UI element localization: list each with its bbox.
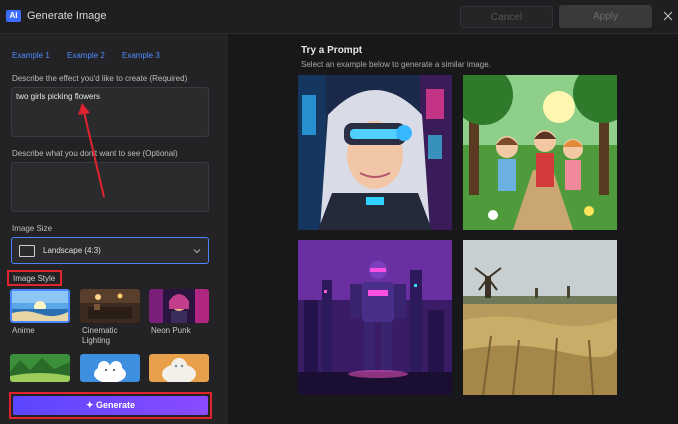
negative-prompt-input[interactable]: [11, 162, 209, 212]
style-anime-thumb[interactable]: [10, 289, 70, 323]
generate-highlight: ✦ Generate: [9, 392, 212, 419]
negative-prompt-label: Describe what you don't want to see (Opt…: [12, 149, 178, 158]
style-landscape-thumb[interactable]: [10, 354, 70, 382]
title-bar: AI Generate Image Cancel Apply: [0, 0, 678, 34]
generate-label: Generate: [96, 400, 136, 410]
prompt-input[interactable]: two girls picking flowers: [11, 87, 209, 137]
style-cartoon-thumb[interactable]: [80, 354, 140, 382]
generate-button[interactable]: ✦ Generate: [13, 396, 208, 415]
sample-image-3[interactable]: [298, 240, 452, 395]
sparkle-icon: ✦: [85, 400, 96, 410]
example-3-link[interactable]: Example 3: [122, 51, 160, 60]
sample-image-4[interactable]: [463, 240, 617, 395]
style-neon-punk-label: Neon Punk: [151, 326, 191, 335]
cancel-button[interactable]: Cancel: [460, 6, 553, 28]
image-size-select[interactable]: Landscape (4:3): [11, 237, 209, 264]
example-2-link[interactable]: Example 2: [67, 51, 105, 60]
aspect-ratio-icon: [19, 245, 35, 257]
close-icon[interactable]: [662, 9, 674, 23]
image-size-label: Image Size: [12, 224, 53, 233]
gallery-title: Try a Prompt: [301, 45, 363, 56]
app-logo-icon: AI: [6, 10, 21, 22]
image-style-label: Image Style: [13, 274, 56, 283]
image-style-highlight: Image Style: [7, 270, 62, 286]
window-title: Generate Image: [27, 10, 107, 22]
sample-image-2[interactable]: [463, 75, 617, 230]
image-size-value: Landscape (4:3): [43, 246, 101, 255]
style-cinematic-lighting-thumb[interactable]: [80, 289, 140, 323]
gallery-subtitle: Select an example below to generate a si…: [301, 60, 491, 69]
style-anime-label: Anime: [12, 326, 35, 335]
style-painting-thumb[interactable]: [149, 354, 209, 382]
example-1-link[interactable]: Example 1: [12, 51, 50, 60]
chevron-down-icon: [193, 249, 201, 254]
prompt-label: Describe the effect you'd like to create…: [12, 74, 188, 83]
style-neon-punk-thumb[interactable]: [149, 289, 209, 323]
apply-button[interactable]: Apply: [559, 5, 652, 28]
sample-image-1[interactable]: [298, 75, 452, 230]
style-cinematic-lighting-label: Cinematic Lighting: [82, 326, 118, 345]
